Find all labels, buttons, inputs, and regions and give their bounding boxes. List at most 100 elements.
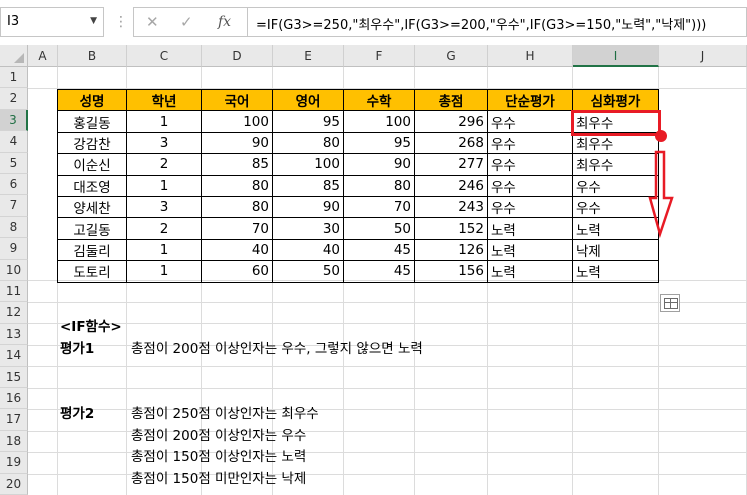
cell-total[interactable]: 152 bbox=[414, 217, 488, 240]
header-total[interactable]: 총점 bbox=[414, 88, 488, 112]
row-header-14[interactable]: 14 bbox=[0, 345, 28, 367]
cell-korean[interactable]: 80 bbox=[201, 174, 273, 197]
cell-simple-eval[interactable]: 우수 bbox=[487, 110, 573, 133]
row-header-11[interactable]: 11 bbox=[0, 281, 28, 303]
cell-advanced-eval[interactable]: 우수 bbox=[572, 174, 659, 197]
column-header-b[interactable]: B bbox=[58, 45, 127, 67]
cell-name[interactable]: 홍길동 bbox=[57, 110, 127, 133]
row-header-7[interactable]: 7 bbox=[0, 195, 28, 217]
cell-grade[interactable]: 1 bbox=[126, 110, 202, 133]
cell-simple-eval[interactable]: 노력 bbox=[487, 260, 573, 283]
cell-name[interactable]: 고길동 bbox=[57, 217, 127, 240]
cell-total[interactable]: 246 bbox=[414, 174, 488, 197]
cell-english[interactable]: 90 bbox=[272, 195, 344, 219]
cell-name[interactable]: 대조영 bbox=[57, 174, 127, 197]
cell-korean[interactable]: 100 bbox=[201, 110, 273, 133]
row-header-5[interactable]: 5 bbox=[0, 152, 28, 174]
row-header-9[interactable]: 9 bbox=[0, 238, 28, 260]
cell-english[interactable]: 40 bbox=[272, 238, 344, 262]
cell-name[interactable]: 김둘리 bbox=[57, 238, 127, 262]
row-header-6[interactable]: 6 bbox=[0, 174, 28, 196]
column-header-i[interactable]: I bbox=[573, 45, 659, 67]
cell-korean[interactable]: 40 bbox=[201, 238, 273, 262]
cell-simple-eval[interactable]: 노력 bbox=[487, 238, 573, 262]
cell-english[interactable]: 85 bbox=[272, 174, 344, 197]
row-header-20[interactable]: 20 bbox=[0, 473, 28, 495]
row-header-8[interactable]: 8 bbox=[0, 216, 28, 239]
cell-name[interactable]: 도토리 bbox=[57, 260, 127, 283]
row-header-4[interactable]: 4 bbox=[0, 131, 28, 153]
cell-grade[interactable]: 1 bbox=[126, 238, 202, 262]
cell-advanced-eval[interactable]: 최우수 bbox=[572, 153, 659, 176]
cell-math[interactable]: 45 bbox=[343, 238, 415, 262]
row-header-3[interactable]: 3 bbox=[0, 109, 28, 132]
cell-grade[interactable]: 1 bbox=[126, 174, 202, 197]
cell-math[interactable]: 70 bbox=[343, 195, 415, 219]
cell-simple-eval[interactable]: 우수 bbox=[487, 131, 573, 155]
row-header-15[interactable]: 15 bbox=[0, 366, 28, 388]
column-header-f[interactable]: F bbox=[344, 45, 415, 67]
cell-simple-eval[interactable]: 우수 bbox=[487, 174, 573, 197]
column-header-h[interactable]: H bbox=[488, 45, 573, 67]
column-header-a[interactable]: A bbox=[28, 45, 58, 67]
cell-math[interactable]: 80 bbox=[343, 174, 415, 197]
cell-advanced-eval[interactable]: 우수 bbox=[572, 195, 659, 219]
row-header-16[interactable]: 16 bbox=[0, 388, 28, 410]
header-name[interactable]: 성명 bbox=[57, 88, 127, 112]
cell-advanced-eval[interactable]: 낙제 bbox=[572, 238, 659, 262]
chevron-down-icon[interactable]: ▼ bbox=[90, 16, 97, 26]
enter-check-icon[interactable]: ✓ bbox=[180, 13, 193, 31]
cell-grade[interactable]: 3 bbox=[126, 195, 202, 219]
cell-total[interactable]: 296 bbox=[414, 110, 488, 133]
cell-simple-eval[interactable]: 노력 bbox=[487, 217, 573, 240]
cell-total[interactable]: 243 bbox=[414, 195, 488, 219]
cell-name[interactable]: 양세찬 bbox=[57, 195, 127, 219]
cell-name[interactable]: 강감찬 bbox=[57, 131, 127, 155]
cell-math[interactable]: 90 bbox=[343, 153, 415, 176]
cell-total[interactable]: 156 bbox=[414, 260, 488, 283]
header-math[interactable]: 수학 bbox=[343, 88, 415, 112]
cell-korean[interactable]: 70 bbox=[201, 217, 273, 240]
cell-total[interactable]: 277 bbox=[414, 153, 488, 176]
cell-math[interactable]: 100 bbox=[343, 110, 415, 133]
cell-grade[interactable]: 2 bbox=[126, 217, 202, 240]
cell-english[interactable]: 100 bbox=[272, 153, 344, 176]
header-advanced-eval[interactable]: 심화평가 bbox=[572, 88, 659, 112]
cell-simple-eval[interactable]: 우수 bbox=[487, 153, 573, 176]
cell-math[interactable]: 50 bbox=[343, 217, 415, 240]
row-header-1[interactable]: 1 bbox=[0, 67, 28, 89]
column-header-e[interactable]: E bbox=[273, 45, 344, 67]
cell-korean[interactable]: 90 bbox=[201, 131, 273, 155]
row-header-19[interactable]: 19 bbox=[0, 452, 28, 474]
cell-total[interactable]: 268 bbox=[414, 131, 488, 155]
cell-english[interactable]: 95 bbox=[272, 110, 344, 133]
column-header-j[interactable]: J bbox=[659, 45, 747, 67]
column-header-c[interactable]: C bbox=[127, 45, 202, 67]
formula-input[interactable]: =IF(G3>=250,"최우수",IF(G3>=200,"우수",IF(G3>… bbox=[247, 7, 747, 37]
cell-english[interactable]: 30 bbox=[272, 217, 344, 240]
cell-name[interactable]: 이순신 bbox=[57, 153, 127, 176]
cell-advanced-eval[interactable]: 노력 bbox=[572, 260, 659, 283]
cell-korean[interactable]: 80 bbox=[201, 195, 273, 219]
row-header-10[interactable]: 10 bbox=[0, 259, 28, 281]
header-english[interactable]: 영어 bbox=[272, 88, 344, 112]
cell-english[interactable]: 50 bbox=[272, 260, 344, 283]
row-header-13[interactable]: 13 bbox=[0, 323, 28, 346]
cancel-icon[interactable]: ✕ bbox=[146, 13, 159, 31]
column-header-g[interactable]: G bbox=[415, 45, 488, 67]
cell-english[interactable]: 80 bbox=[272, 131, 344, 155]
cell-grade[interactable]: 1 bbox=[126, 260, 202, 283]
fill-handle[interactable] bbox=[655, 130, 667, 142]
quick-analysis-icon[interactable] bbox=[660, 294, 680, 312]
insert-function-icon[interactable]: fx bbox=[218, 14, 231, 30]
cell-advanced-eval[interactable]: 노력 bbox=[572, 217, 659, 240]
cell-korean[interactable]: 60 bbox=[201, 260, 273, 283]
select-all-corner[interactable] bbox=[0, 45, 28, 67]
header-grade[interactable]: 학년 bbox=[126, 88, 202, 112]
header-simple-eval[interactable]: 단순평가 bbox=[487, 88, 573, 112]
cell-simple-eval[interactable]: 우수 bbox=[487, 195, 573, 219]
cell-math[interactable]: 95 bbox=[343, 131, 415, 155]
cell-grade[interactable]: 3 bbox=[126, 131, 202, 155]
grip-dots-icon[interactable]: ⋮ bbox=[114, 14, 128, 30]
cell-korean[interactable]: 85 bbox=[201, 153, 273, 176]
